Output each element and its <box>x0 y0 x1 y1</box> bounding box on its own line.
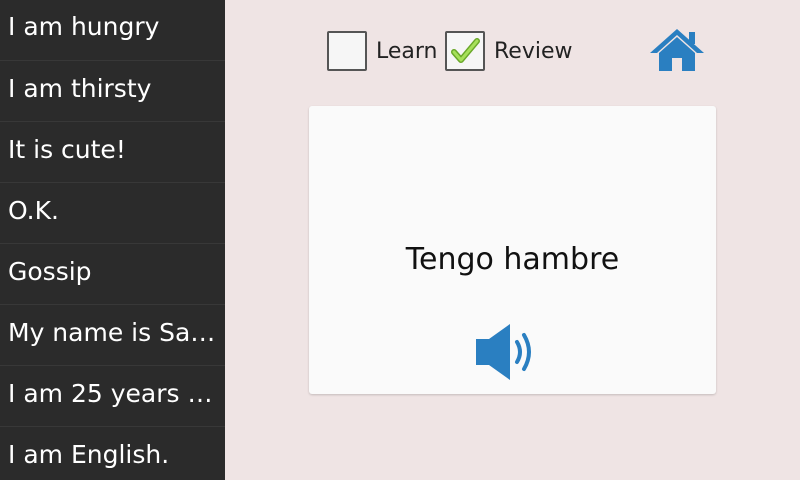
checkmark-icon <box>451 38 480 63</box>
play-audio-button[interactable] <box>476 324 538 380</box>
phrase-list-item[interactable]: I am English. <box>0 427 225 480</box>
phrase-text: Tengo hambre <box>405 242 620 277</box>
phrase-list-item[interactable]: Gossip <box>0 244 225 305</box>
phrase-list-item[interactable]: I am 25 years old. <box>0 366 225 427</box>
home-icon <box>650 29 704 71</box>
speaker-icon <box>476 324 531 380</box>
review-label[interactable]: Review <box>494 39 573 65</box>
phrase-list-item[interactable]: My name is Sar… <box>0 305 225 366</box>
learn-label[interactable]: Learn <box>376 39 438 65</box>
learn-checkbox[interactable] <box>327 31 367 71</box>
review-checkbox[interactable] <box>445 31 485 71</box>
phrase-list-item[interactable]: O.K. <box>0 183 225 244</box>
phrase-list: I am hungry I am thirsty It is cute! O.K… <box>0 0 225 480</box>
phrase-list-item[interactable]: I am hungry <box>0 0 225 61</box>
flash-card[interactable]: Tengo hambre <box>309 106 716 394</box>
phrase-list-item[interactable]: I am thirsty <box>0 61 225 122</box>
phrase-list-item[interactable]: It is cute! <box>0 122 225 183</box>
home-button[interactable] <box>648 27 706 73</box>
